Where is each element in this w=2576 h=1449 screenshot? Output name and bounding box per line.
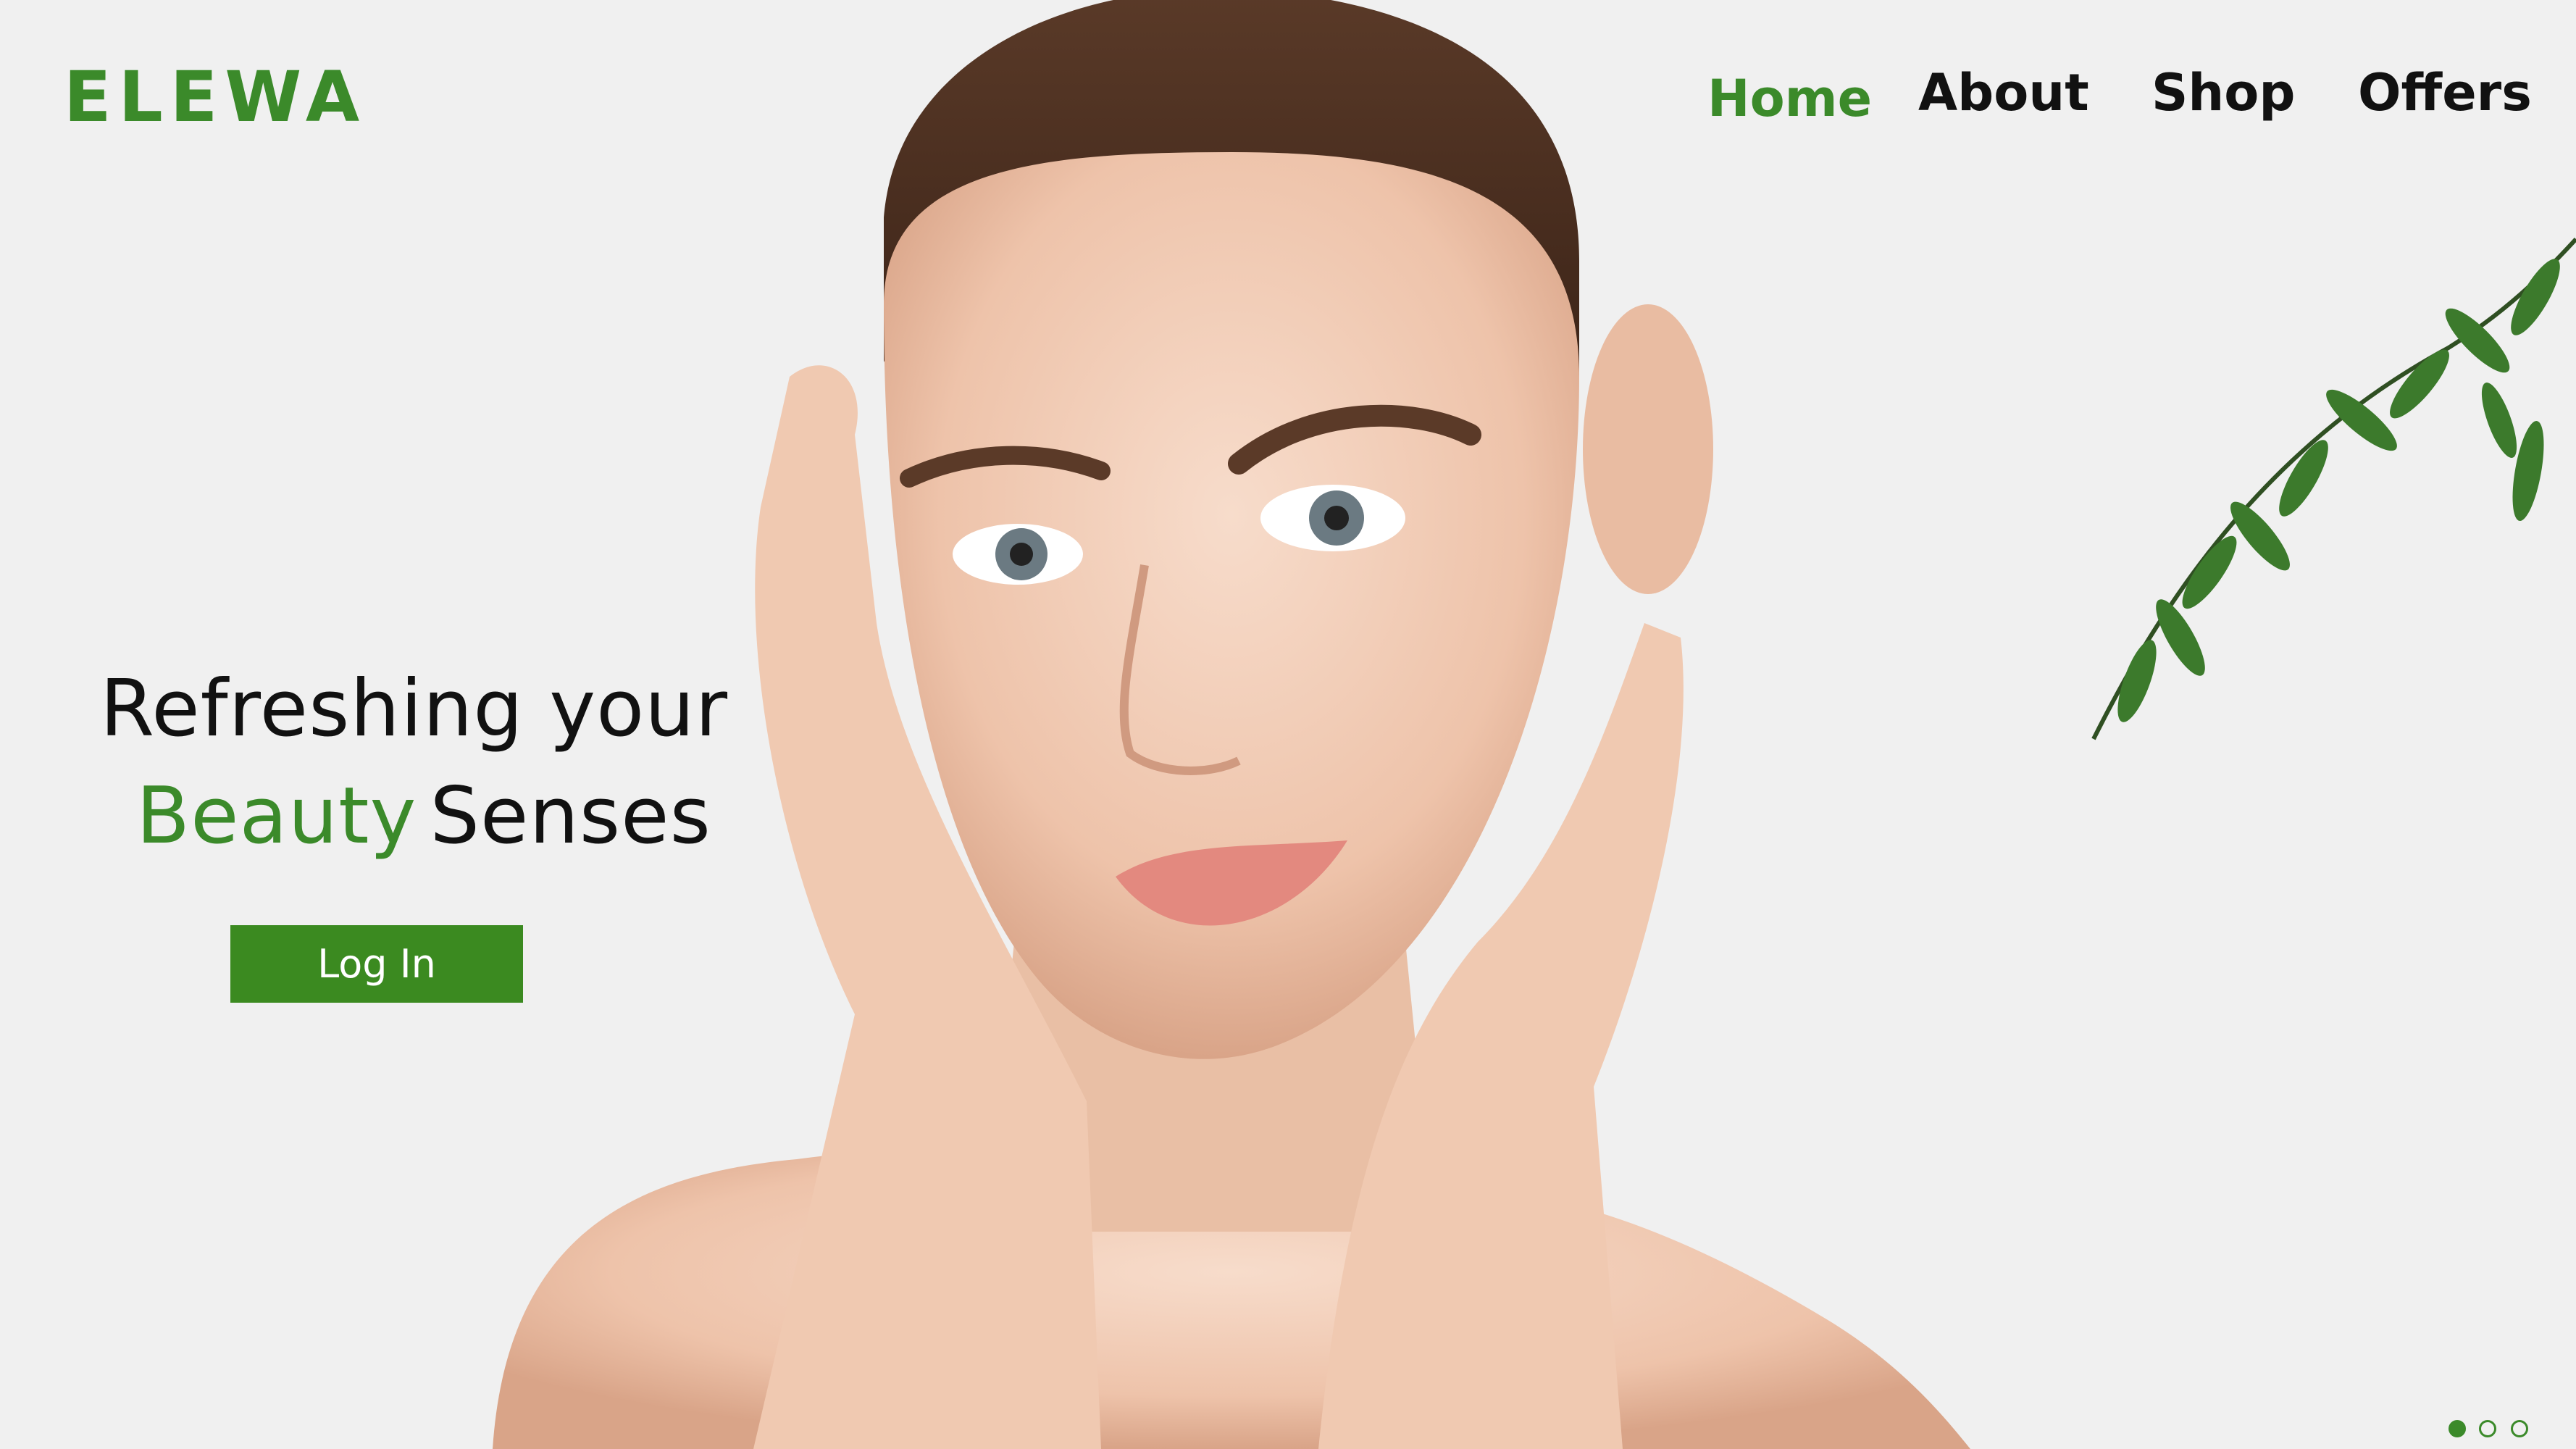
landing-page: ELEWA Home About Shop Offers Refreshing … bbox=[0, 0, 2576, 1449]
headline-line-2: Beauty Senses bbox=[100, 763, 752, 870]
brand-logo[interactable]: ELEWA bbox=[64, 62, 367, 132]
leaf-branch-decoration bbox=[2091, 237, 2576, 740]
headline-accent-word: Beauty bbox=[136, 771, 417, 861]
nav-shop-link[interactable]: Shop bbox=[2151, 35, 2295, 151]
login-button[interactable]: Log In bbox=[230, 925, 523, 1003]
carousel-dot-2[interactable] bbox=[2479, 1420, 2496, 1437]
main-nav: Home About Shop Offers bbox=[1695, 35, 2550, 151]
headline-rest-word: Senses bbox=[430, 771, 711, 861]
hero-headline: Refreshing your Beauty Senses bbox=[100, 656, 752, 870]
carousel-dot-1[interactable] bbox=[2449, 1420, 2466, 1437]
nav-offers-link[interactable]: Offers bbox=[2358, 35, 2532, 151]
nav-home-link[interactable]: Home bbox=[1707, 41, 1872, 156]
carousel-dot-3[interactable] bbox=[2511, 1420, 2528, 1437]
headline-line-1: Refreshing your bbox=[100, 664, 729, 754]
nav-about-link[interactable]: About bbox=[1918, 35, 2089, 151]
